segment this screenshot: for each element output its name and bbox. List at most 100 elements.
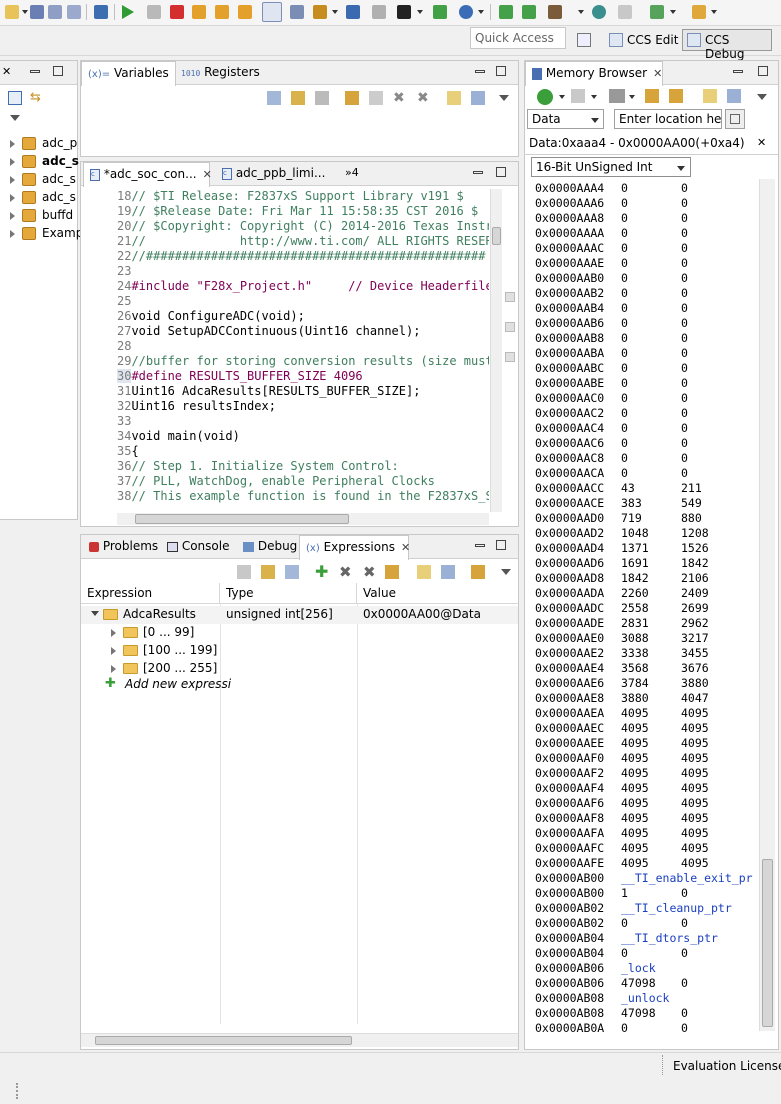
memory-value[interactable]: 0: [681, 886, 688, 901]
memory-value[interactable]: 0: [621, 211, 628, 226]
tab-console[interactable]: Console: [161, 535, 235, 559]
memory-row[interactable]: 0x0000AAF6 4095 4095: [533, 796, 758, 811]
code-line[interactable]: 22//####################################…: [117, 249, 489, 264]
reset-icon[interactable]: [522, 5, 536, 19]
memory-row[interactable]: 0x0000AAB8 0 0: [533, 331, 758, 346]
code-line[interactable]: 32Uint16 resultsIndex;: [117, 399, 489, 414]
memory-value[interactable]: 1371: [621, 541, 649, 556]
add-global-icon[interactable]: [261, 565, 275, 579]
memory-value[interactable]: 3217: [681, 631, 709, 646]
memory-value[interactable]: 4095: [681, 736, 709, 751]
breakpoint-icon[interactable]: [346, 5, 360, 19]
memory-value[interactable]: 2699: [681, 601, 709, 616]
memory-row[interactable]: 0x0000AAC6 0 0: [533, 436, 758, 451]
scroll-thumb[interactable]: [135, 514, 349, 524]
memory-row[interactable]: 0x0000AB00 1 0: [533, 886, 758, 901]
wand-icon[interactable]: [692, 5, 706, 19]
format-select[interactable]: 16-Bit UnSigned Int: [531, 157, 691, 177]
expression-row[interactable]: AdcaResults unsigned int[256] 0x0000AA00@D…: [81, 606, 518, 624]
memory-value[interactable]: 3338: [621, 646, 649, 661]
memory-row[interactable]: 0x0000AADC 2558 2699: [533, 601, 758, 616]
memory-value[interactable]: 4095: [681, 856, 709, 871]
restart-icon[interactable]: [499, 5, 513, 19]
remove-all-icon[interactable]: ✖: [417, 91, 431, 105]
memory-value[interactable]: 0: [681, 436, 688, 451]
maximize-icon[interactable]: [496, 66, 506, 76]
save-icon[interactable]: [30, 5, 44, 19]
view-menu-icon[interactable]: [757, 94, 767, 100]
memory-value[interactable]: 4095: [621, 841, 649, 856]
memory-row[interactable]: 0x0000AAFC 4095 4095: [533, 841, 758, 856]
code-line[interactable]: 28: [117, 339, 489, 354]
memory-row[interactable]: 0x0000AAE2 3338 3455: [533, 646, 758, 661]
memory-value[interactable]: 0: [681, 196, 688, 211]
memory-row[interactable]: 0x0000AB02 __TI_cleanup_ptr: [533, 901, 758, 916]
memory-row[interactable]: 0x0000AAD0 719 880: [533, 511, 758, 526]
memory-value[interactable]: 4095: [681, 811, 709, 826]
code-line[interactable]: 30#define RESULTS_BUFFER_SIZE 4096: [117, 369, 489, 384]
scroll-thumb[interactable]: [492, 227, 501, 245]
code-line[interactable]: 18// $TI Release: F2837xS Support Librar…: [117, 189, 489, 204]
chevron-down-icon[interactable]: [591, 95, 597, 99]
memory-value[interactable]: 383: [621, 496, 642, 511]
code-line[interactable]: 25: [117, 294, 489, 309]
tab-adc-ppb-limits[interactable]: c adc_ppb_limi...: [216, 162, 331, 186]
memory-row[interactable]: 0x0000AAA4 0 0: [533, 181, 758, 196]
code-line[interactable]: 34void main(void): [117, 429, 489, 444]
memory-value[interactable]: 0: [621, 331, 628, 346]
memory-value[interactable]: 0: [621, 226, 628, 241]
code-line[interactable]: 24#include "F28x_Project.h" // Device He…: [117, 279, 489, 294]
perspective-ccs-edit[interactable]: CCS Edit: [604, 29, 683, 51]
memory-value[interactable]: 3455: [681, 646, 709, 661]
memory-value[interactable]: 0: [621, 916, 628, 931]
save-all-2-icon[interactable]: [67, 5, 81, 19]
memory-value[interactable]: 2558: [621, 601, 649, 616]
scroll-thumb[interactable]: [762, 859, 773, 1027]
download-icon[interactable]: [313, 5, 327, 19]
terminal-icon[interactable]: [94, 5, 108, 19]
memory-value[interactable]: 0: [681, 241, 688, 256]
close-icon[interactable]: ✕: [2, 65, 11, 78]
memory-row[interactable]: 0x0000AADA 2260 2409: [533, 586, 758, 601]
memory-value[interactable]: 3880: [621, 691, 649, 706]
expand-arrow-icon[interactable]: [111, 665, 116, 673]
memory-row[interactable]: 0x0000AAF8 4095 4095: [533, 811, 758, 826]
add-icon[interactable]: ✚: [315, 564, 328, 580]
memory-row[interactable]: 0x0000AACE 383 549: [533, 496, 758, 511]
memory-value[interactable]: 0: [681, 376, 688, 391]
new-window-icon[interactable]: [447, 91, 461, 105]
search-icon[interactable]: [592, 5, 606, 19]
chevron-down-icon[interactable]: [670, 10, 676, 14]
expand-arrow-icon[interactable]: [10, 194, 15, 202]
remove-all-icon[interactable]: ✖: [363, 565, 376, 580]
memory-value[interactable]: 0: [621, 376, 628, 391]
minimize-icon[interactable]: [30, 70, 40, 73]
memory-value[interactable]: 1208: [681, 526, 709, 541]
chevron-down-icon[interactable]: [417, 10, 423, 14]
memory-value[interactable]: 0: [681, 466, 688, 481]
chevron-down-icon[interactable]: [559, 95, 565, 99]
memory-row[interactable]: 0x0000AAB4 0 0: [533, 301, 758, 316]
memory-value[interactable]: 0: [681, 286, 688, 301]
memory-row[interactable]: 0x0000AAA6 0 0: [533, 196, 758, 211]
code-line[interactable]: 23: [117, 264, 489, 279]
memory-value[interactable]: 4095: [681, 826, 709, 841]
memory-value[interactable]: 719: [621, 511, 642, 526]
memory-row[interactable]: 0x0000AAB6 0 0: [533, 316, 758, 331]
memory-value[interactable]: 47098: [621, 976, 656, 991]
memory-value[interactable]: 1842: [681, 556, 709, 571]
maximize-icon[interactable]: [496, 167, 506, 177]
memory-row[interactable]: 0x0000AB06 _lock: [533, 961, 758, 976]
memory-row[interactable]: 0x0000AAC8 0 0: [533, 451, 758, 466]
collapse-icon[interactable]: [315, 91, 329, 105]
new-window-icon[interactable]: [703, 89, 717, 103]
memory-value[interactable]: 4095: [681, 796, 709, 811]
memory-value[interactable]: 211: [681, 481, 702, 496]
memory-row[interactable]: 0x0000AB02 0 0: [533, 916, 758, 931]
pin-icon[interactable]: [471, 91, 485, 105]
hammer-icon[interactable]: [548, 5, 562, 19]
debug-target-icon[interactable]: [397, 5, 411, 19]
memory-value[interactable]: 0: [621, 271, 628, 286]
memory-value[interactable]: 4047: [681, 691, 709, 706]
continuous-refresh-icon[interactable]: [471, 565, 485, 579]
